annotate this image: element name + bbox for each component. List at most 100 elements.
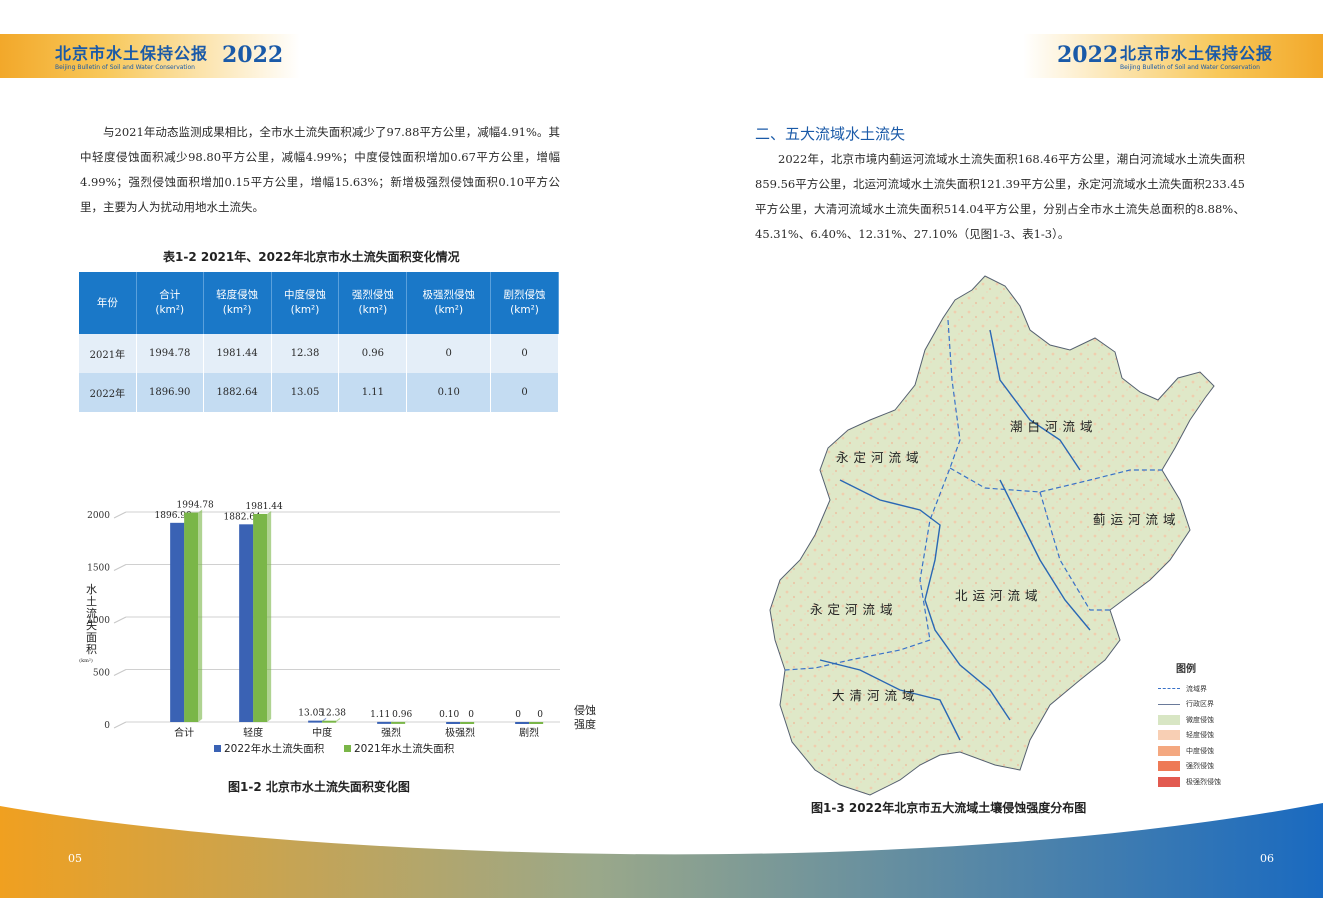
x-tick-label: 轻度: [243, 726, 263, 739]
header-name: 中度侵蚀: [284, 289, 326, 301]
brand-right: 北京市水土保持公报 Beijing Bulletin of Soil and W…: [1120, 40, 1273, 71]
header-unit: (km²): [222, 304, 252, 316]
table-cell: 0: [490, 334, 559, 373]
table-cell: 12.38: [271, 334, 340, 373]
y-tick-label: 500: [93, 669, 110, 679]
bar-2022: [515, 722, 530, 724]
legend-item: 流域界: [1158, 681, 1221, 697]
table-header-cell: 中度侵蚀 (km²): [271, 272, 340, 334]
bar-value-label: 0: [537, 710, 543, 720]
intro-paragraph: 与2021年动态监测成果相比，全市水土流失面积减少了97.88平方公里，减幅4.…: [80, 125, 560, 214]
y-tick-label: 1500: [87, 564, 110, 574]
table-cell: 1994.78: [136, 334, 204, 373]
beijing-outline: [769, 275, 1215, 796]
legend-swatch: [1158, 714, 1180, 725]
table-cell: 0: [406, 334, 492, 373]
table-caption: 表1-2 2021年、2022年北京市水土流失面积变化情况: [163, 250, 460, 264]
legend-line: [1158, 688, 1180, 690]
table-header-cell: 剧烈侵蚀 (km²): [490, 272, 559, 334]
brand-title-cn: 北京市水土保持公报: [55, 44, 209, 63]
table-header-cell: 强烈侵蚀 (km²): [338, 272, 408, 334]
brand-title-en: Beijing Bulletin of Soil and Water Conse…: [1120, 64, 1260, 71]
bar-2022: [446, 721, 461, 724]
table-header-cell: 极强烈侵蚀 (km²): [406, 272, 492, 334]
map-label-jiyun: 蓟运河流域: [1093, 512, 1181, 527]
y-tick-label: 2000: [87, 511, 110, 521]
bar-chart: 0500100015002000水土流失面积(km²)1896.901994.7…: [79, 501, 596, 755]
chart-legend-label: 2022年水土流失面积: [224, 742, 325, 755]
basin-boundary-1: [949, 467, 1162, 493]
table-cell: 0.96: [338, 334, 408, 373]
header-year-left: 2022: [222, 42, 284, 68]
x-tick-label: 中度: [312, 726, 332, 739]
brand-title-en: Beijing Bulletin of Soil and Water Conse…: [55, 64, 195, 71]
table-cell: 1882.64: [203, 373, 272, 412]
bar-value-label: 1994.78: [177, 501, 214, 511]
bar-2021: [184, 512, 199, 722]
chart-legend-label: 2021年水土流失面积: [354, 742, 455, 755]
bar-value-label: 0.96: [392, 710, 412, 720]
gridline-skew: [113, 616, 127, 624]
header-name: 剧烈侵蚀: [503, 289, 546, 301]
table-cell: 0: [490, 373, 559, 412]
gridline-skew: [113, 511, 127, 519]
header-unit: (km²): [155, 304, 185, 316]
figure-caption-left: 图1-2 北京市水土流失面积变化图: [228, 780, 410, 794]
legend-item: 轻度侵蚀: [1158, 728, 1221, 744]
table-cell: 1896.90: [136, 373, 204, 412]
header-name: 轻度侵蚀: [216, 289, 259, 301]
x-tick-label: 剧烈: [519, 727, 539, 739]
x-tick-label: 强烈: [381, 727, 401, 739]
table-cell: 0.10: [406, 373, 492, 412]
legend-label: 强烈侵蚀: [1186, 762, 1214, 771]
bar-value-label: 0: [468, 710, 474, 720]
header-name: 合计: [159, 289, 181, 301]
header-unit: (km²): [510, 304, 539, 316]
map-label-yongding-north: 永定河流域: [836, 450, 924, 465]
legend-label: 微度侵蚀: [1186, 715, 1214, 724]
legend-swatch: [1158, 745, 1180, 756]
bar-value-label: 1981.44: [246, 502, 283, 512]
gridline-skew: [113, 669, 127, 676]
y-axis-label: 水土流失面积: [86, 583, 97, 656]
chart-legend-swatch: [214, 745, 221, 752]
basin-boundary-4: [784, 639, 931, 671]
map-label-daqing: 大清河流域: [832, 688, 920, 703]
map-label-yongding-south: 永定河流域: [810, 602, 898, 617]
x-axis-label: 强度: [574, 717, 596, 731]
x-tick-label: 极强烈: [445, 726, 475, 739]
bar-2021: [253, 513, 268, 722]
bar-2022: [308, 720, 323, 723]
legend-item: 强烈侵蚀: [1158, 759, 1221, 775]
brand-title-cn: 北京市水土保持公报: [1120, 44, 1274, 63]
legend-label: 中度侵蚀: [1186, 746, 1214, 755]
header-name: 强烈侵蚀: [351, 289, 394, 301]
brand-left: 北京市水土保持公报 Beijing Bulletin of Soil and W…: [55, 40, 208, 71]
map-label-beiyun: 北运河流域: [955, 588, 1043, 603]
bar-2022: [239, 524, 254, 722]
basin-paragraph: 2022年，北京市境内蓟运河流域水土流失面积168.46平方公里，潮白河流域水土…: [755, 152, 1245, 241]
gridline-skew: [113, 721, 127, 729]
bar-2022: [170, 522, 185, 722]
legend-swatch: [1158, 761, 1180, 772]
river-3: [999, 479, 1091, 631]
legend-title: 图例: [1176, 664, 1196, 675]
header-year-right: 2022: [1057, 42, 1119, 68]
table-header-row: 年份 合计 (km²) 轻度侵蚀 (km²) 中度侵蚀 (km²) 强烈侵蚀 (km²) 极强烈侵…: [79, 272, 559, 334]
header-unit: (km²): [358, 304, 388, 316]
row-year-cell: 2022年: [79, 373, 137, 412]
header-name: 极强烈侵蚀: [422, 289, 475, 301]
bar-value-label: 12.38: [320, 709, 346, 719]
map-legend: 图例 流域界 行政区界 微度侵蚀 轻度侵蚀 中度侵蚀 强烈侵蚀 极强烈侵蚀: [1158, 660, 1221, 790]
legend-line: [1158, 703, 1180, 705]
gridline-skew: [113, 564, 127, 571]
bar-2021: [460, 722, 475, 724]
bar-2022: [377, 721, 392, 724]
x-axis-label: 侵蚀: [574, 703, 596, 717]
table-cell: 1.11: [338, 373, 408, 412]
x-tick-label: 合计: [174, 726, 194, 739]
legend-item: 行政区界: [1158, 697, 1221, 713]
legend-swatch: [1158, 730, 1180, 741]
legend-label: 流域界: [1186, 684, 1207, 693]
y-tick-label: 0: [104, 721, 110, 731]
